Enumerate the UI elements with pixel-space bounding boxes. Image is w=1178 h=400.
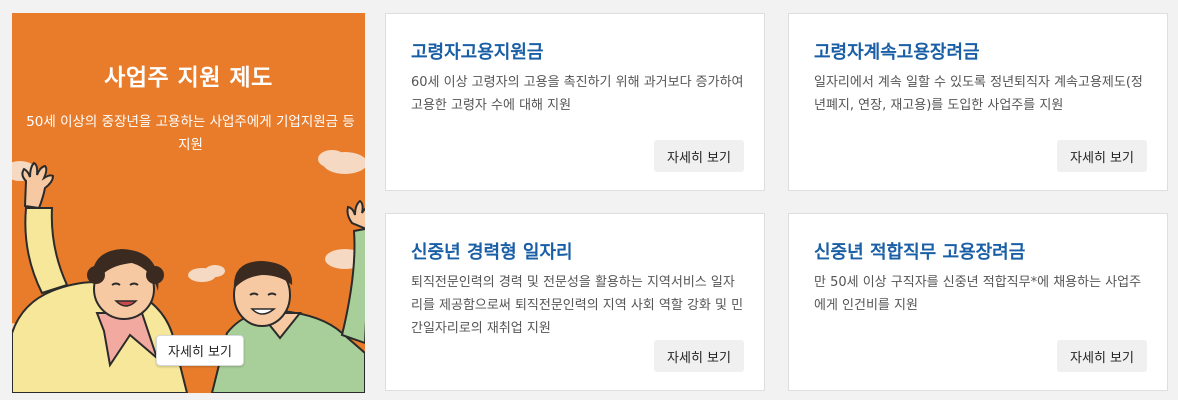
details-button[interactable]: 자세히 보기 [1057,340,1147,372]
card-description: 일자리에서 계속 일할 수 있도록 정년퇴직자 계속고용제도(정년폐지, 연장,… [814,75,1143,113]
employer-support-feature-card[interactable]: 사업주 지원 제도 50세 이상의 중장년을 고용하는 사업주에게 기업지원금 … [12,13,365,393]
details-button[interactable]: 자세히 보기 [1057,140,1147,172]
card-description: 퇴직전문인력의 경력 및 전문성을 활용하는 지역서비스 일자리를 제공함으로써… [411,275,744,336]
card-title: 고령자계속고용장려금 [814,42,980,63]
card-senior-employment-subsidy[interactable]: 고령자고용지원금 60세 이상 고령자의 고용을 촉진하기 위해 과거보다 증가… [385,13,765,191]
card-title: 고령자고용지원금 [411,42,544,63]
feature-description: 50세 이상의 중장년을 고용하는 사업주에게 기업지원금 등 지원 [26,114,355,153]
card-title: 신중년 경력형 일자리 [411,242,573,263]
card-midlife-career-jobs[interactable]: 신중년 경력형 일자리 퇴직전문인력의 경력 및 전문성을 활용하는 지역서비스… [385,213,765,391]
feature-details-button[interactable]: 자세히 보기 [156,335,244,366]
card-description: 60세 이상 고령자의 고용을 촉진하기 위해 과거보다 증가하여 고용한 고령… [411,75,744,113]
feature-title: 사업주 지원 제도 [104,65,273,91]
card-midlife-suitable-job-incentive[interactable]: 신중년 적합직무 고용장려금 만 50세 이상 구직자를 신중년 적합직무*에 … [788,213,1168,391]
details-button[interactable]: 자세히 보기 [654,340,744,372]
card-continued-employment-incentive[interactable]: 고령자계속고용장려금 일자리에서 계속 일할 수 있도록 정년퇴직자 계속고용제… [788,13,1168,191]
card-title: 신중년 적합직무 고용장려금 [814,242,1026,263]
details-button[interactable]: 자세히 보기 [654,140,744,172]
card-description: 만 50세 이상 구직자를 신중년 적합직무*에 채용하는 사업주에게 인건비를… [814,275,1142,313]
